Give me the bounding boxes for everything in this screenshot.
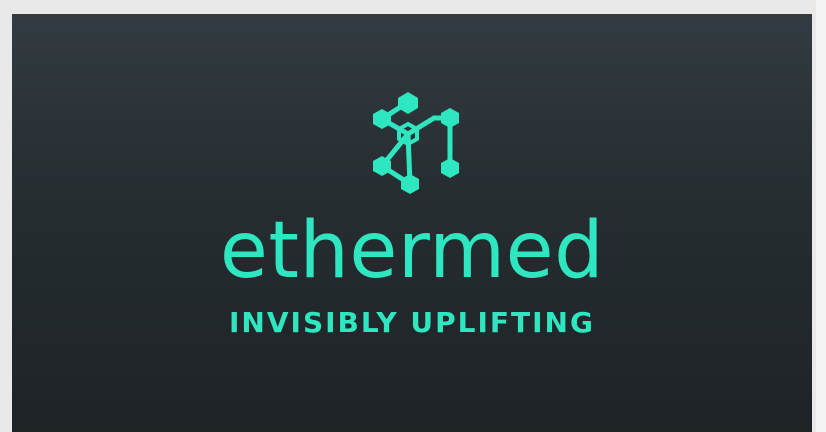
brand-card: ethermed INVISIBLY UPLIFTING <box>12 14 812 432</box>
brand-tagline: INVISIBLY UPLIFTING <box>229 306 595 339</box>
page-frame: ethermed INVISIBLY UPLIFTING <box>0 0 826 432</box>
brand-name: ethermed <box>219 206 605 296</box>
molecule-network-icon <box>373 92 459 194</box>
